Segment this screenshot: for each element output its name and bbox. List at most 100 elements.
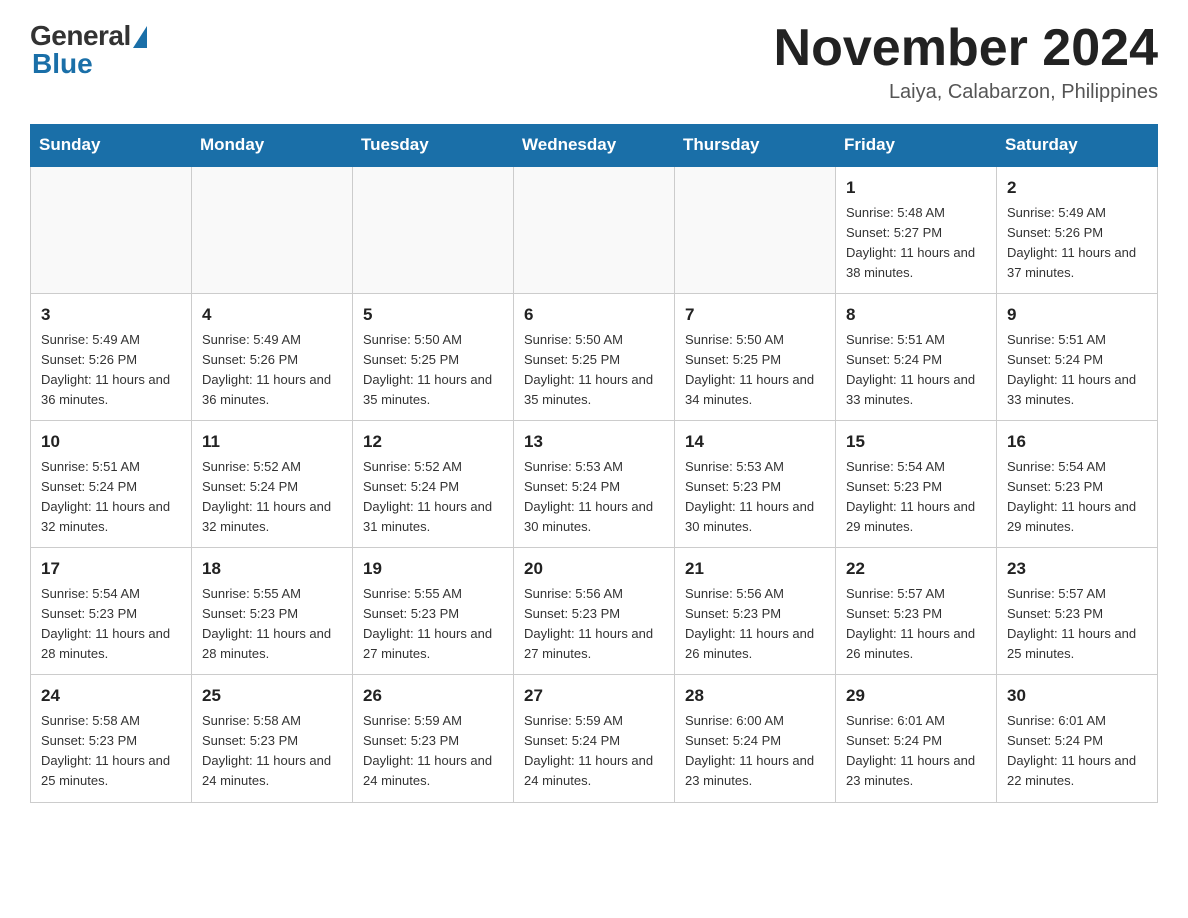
calendar-cell: 25Sunrise: 5:58 AM Sunset: 5:23 PM Dayli… — [192, 675, 353, 802]
logo-blue-text: Blue — [30, 48, 93, 80]
day-info: Sunrise: 5:58 AM Sunset: 5:23 PM Dayligh… — [202, 711, 342, 792]
calendar-cell: 14Sunrise: 5:53 AM Sunset: 5:23 PM Dayli… — [675, 421, 836, 548]
day-info: Sunrise: 5:55 AM Sunset: 5:23 PM Dayligh… — [202, 584, 342, 665]
day-number: 9 — [1007, 302, 1147, 328]
calendar-cell: 21Sunrise: 5:56 AM Sunset: 5:23 PM Dayli… — [675, 548, 836, 675]
calendar-cell — [31, 166, 192, 294]
day-info: Sunrise: 5:54 AM Sunset: 5:23 PM Dayligh… — [846, 457, 986, 538]
calendar-cell: 23Sunrise: 5:57 AM Sunset: 5:23 PM Dayli… — [997, 548, 1158, 675]
day-number: 4 — [202, 302, 342, 328]
day-number: 23 — [1007, 556, 1147, 582]
day-number: 19 — [363, 556, 503, 582]
day-number: 7 — [685, 302, 825, 328]
calendar-cell: 22Sunrise: 5:57 AM Sunset: 5:23 PM Dayli… — [836, 548, 997, 675]
day-info: Sunrise: 5:53 AM Sunset: 5:23 PM Dayligh… — [685, 457, 825, 538]
day-info: Sunrise: 6:01 AM Sunset: 5:24 PM Dayligh… — [846, 711, 986, 792]
day-number: 15 — [846, 429, 986, 455]
day-info: Sunrise: 5:52 AM Sunset: 5:24 PM Dayligh… — [363, 457, 503, 538]
calendar-week-row: 24Sunrise: 5:58 AM Sunset: 5:23 PM Dayli… — [31, 675, 1158, 802]
day-number: 26 — [363, 683, 503, 709]
calendar-cell: 9Sunrise: 5:51 AM Sunset: 5:24 PM Daylig… — [997, 294, 1158, 421]
day-info: Sunrise: 5:54 AM Sunset: 5:23 PM Dayligh… — [41, 584, 181, 665]
day-info: Sunrise: 5:49 AM Sunset: 5:26 PM Dayligh… — [202, 330, 342, 411]
calendar-cell: 4Sunrise: 5:49 AM Sunset: 5:26 PM Daylig… — [192, 294, 353, 421]
day-info: Sunrise: 5:49 AM Sunset: 5:26 PM Dayligh… — [41, 330, 181, 411]
logo-triangle-icon — [133, 26, 147, 48]
calendar-week-row: 17Sunrise: 5:54 AM Sunset: 5:23 PM Dayli… — [31, 548, 1158, 675]
day-number: 25 — [202, 683, 342, 709]
calendar-cell — [675, 166, 836, 294]
calendar-week-row: 1Sunrise: 5:48 AM Sunset: 5:27 PM Daylig… — [31, 166, 1158, 294]
day-info: Sunrise: 5:50 AM Sunset: 5:25 PM Dayligh… — [524, 330, 664, 411]
day-info: Sunrise: 5:48 AM Sunset: 5:27 PM Dayligh… — [846, 203, 986, 284]
day-info: Sunrise: 5:50 AM Sunset: 5:25 PM Dayligh… — [685, 330, 825, 411]
day-info: Sunrise: 6:01 AM Sunset: 5:24 PM Dayligh… — [1007, 711, 1147, 792]
day-info: Sunrise: 5:54 AM Sunset: 5:23 PM Dayligh… — [1007, 457, 1147, 538]
calendar-cell: 1Sunrise: 5:48 AM Sunset: 5:27 PM Daylig… — [836, 166, 997, 294]
weekday-header-row: SundayMondayTuesdayWednesdayThursdayFrid… — [31, 125, 1158, 167]
day-info: Sunrise: 5:49 AM Sunset: 5:26 PM Dayligh… — [1007, 203, 1147, 284]
day-number: 1 — [846, 175, 986, 201]
day-number: 14 — [685, 429, 825, 455]
calendar-cell: 7Sunrise: 5:50 AM Sunset: 5:25 PM Daylig… — [675, 294, 836, 421]
day-number: 18 — [202, 556, 342, 582]
day-number: 12 — [363, 429, 503, 455]
calendar-cell: 18Sunrise: 5:55 AM Sunset: 5:23 PM Dayli… — [192, 548, 353, 675]
day-info: Sunrise: 5:50 AM Sunset: 5:25 PM Dayligh… — [363, 330, 503, 411]
day-info: Sunrise: 5:56 AM Sunset: 5:23 PM Dayligh… — [685, 584, 825, 665]
header: General Blue November 2024 Laiya, Calaba… — [30, 20, 1158, 104]
weekday-header-thursday: Thursday — [675, 125, 836, 167]
day-number: 21 — [685, 556, 825, 582]
calendar-cell — [353, 166, 514, 294]
day-number: 10 — [41, 429, 181, 455]
day-number: 8 — [846, 302, 986, 328]
day-info: Sunrise: 5:51 AM Sunset: 5:24 PM Dayligh… — [41, 457, 181, 538]
calendar-cell: 3Sunrise: 5:49 AM Sunset: 5:26 PM Daylig… — [31, 294, 192, 421]
calendar-cell: 15Sunrise: 5:54 AM Sunset: 5:23 PM Dayli… — [836, 421, 997, 548]
calendar-cell: 17Sunrise: 5:54 AM Sunset: 5:23 PM Dayli… — [31, 548, 192, 675]
calendar-cell — [514, 166, 675, 294]
day-info: Sunrise: 5:57 AM Sunset: 5:23 PM Dayligh… — [1007, 584, 1147, 665]
calendar-cell: 8Sunrise: 5:51 AM Sunset: 5:24 PM Daylig… — [836, 294, 997, 421]
weekday-header-sunday: Sunday — [31, 125, 192, 167]
day-number: 6 — [524, 302, 664, 328]
day-number: 5 — [363, 302, 503, 328]
calendar-cell: 27Sunrise: 5:59 AM Sunset: 5:24 PM Dayli… — [514, 675, 675, 802]
day-number: 24 — [41, 683, 181, 709]
day-number: 16 — [1007, 429, 1147, 455]
calendar-cell: 6Sunrise: 5:50 AM Sunset: 5:25 PM Daylig… — [514, 294, 675, 421]
calendar-cell: 24Sunrise: 5:58 AM Sunset: 5:23 PM Dayli… — [31, 675, 192, 802]
day-number: 2 — [1007, 175, 1147, 201]
calendar-cell: 16Sunrise: 5:54 AM Sunset: 5:23 PM Dayli… — [997, 421, 1158, 548]
day-info: Sunrise: 5:58 AM Sunset: 5:23 PM Dayligh… — [41, 711, 181, 792]
calendar-cell — [192, 166, 353, 294]
weekday-header-monday: Monday — [192, 125, 353, 167]
day-info: Sunrise: 5:59 AM Sunset: 5:23 PM Dayligh… — [363, 711, 503, 792]
day-number: 3 — [41, 302, 181, 328]
calendar-cell: 19Sunrise: 5:55 AM Sunset: 5:23 PM Dayli… — [353, 548, 514, 675]
day-info: Sunrise: 5:51 AM Sunset: 5:24 PM Dayligh… — [1007, 330, 1147, 411]
calendar-cell: 26Sunrise: 5:59 AM Sunset: 5:23 PM Dayli… — [353, 675, 514, 802]
day-info: Sunrise: 5:52 AM Sunset: 5:24 PM Dayligh… — [202, 457, 342, 538]
calendar-week-row: 10Sunrise: 5:51 AM Sunset: 5:24 PM Dayli… — [31, 421, 1158, 548]
calendar-cell: 29Sunrise: 6:01 AM Sunset: 5:24 PM Dayli… — [836, 675, 997, 802]
weekday-header-friday: Friday — [836, 125, 997, 167]
day-info: Sunrise: 5:59 AM Sunset: 5:24 PM Dayligh… — [524, 711, 664, 792]
calendar-cell: 30Sunrise: 6:01 AM Sunset: 5:24 PM Dayli… — [997, 675, 1158, 802]
day-info: Sunrise: 5:53 AM Sunset: 5:24 PM Dayligh… — [524, 457, 664, 538]
day-number: 13 — [524, 429, 664, 455]
calendar-cell: 2Sunrise: 5:49 AM Sunset: 5:26 PM Daylig… — [997, 166, 1158, 294]
day-info: Sunrise: 5:56 AM Sunset: 5:23 PM Dayligh… — [524, 584, 664, 665]
calendar-cell: 12Sunrise: 5:52 AM Sunset: 5:24 PM Dayli… — [353, 421, 514, 548]
title-area: November 2024 Laiya, Calabarzon, Philipp… — [774, 20, 1158, 104]
calendar-cell: 11Sunrise: 5:52 AM Sunset: 5:24 PM Dayli… — [192, 421, 353, 548]
calendar-cell: 5Sunrise: 5:50 AM Sunset: 5:25 PM Daylig… — [353, 294, 514, 421]
day-number: 29 — [846, 683, 986, 709]
day-info: Sunrise: 6:00 AM Sunset: 5:24 PM Dayligh… — [685, 711, 825, 792]
day-info: Sunrise: 5:51 AM Sunset: 5:24 PM Dayligh… — [846, 330, 986, 411]
day-number: 20 — [524, 556, 664, 582]
calendar-week-row: 3Sunrise: 5:49 AM Sunset: 5:26 PM Daylig… — [31, 294, 1158, 421]
logo: General Blue — [30, 20, 147, 80]
day-number: 28 — [685, 683, 825, 709]
weekday-header-saturday: Saturday — [997, 125, 1158, 167]
